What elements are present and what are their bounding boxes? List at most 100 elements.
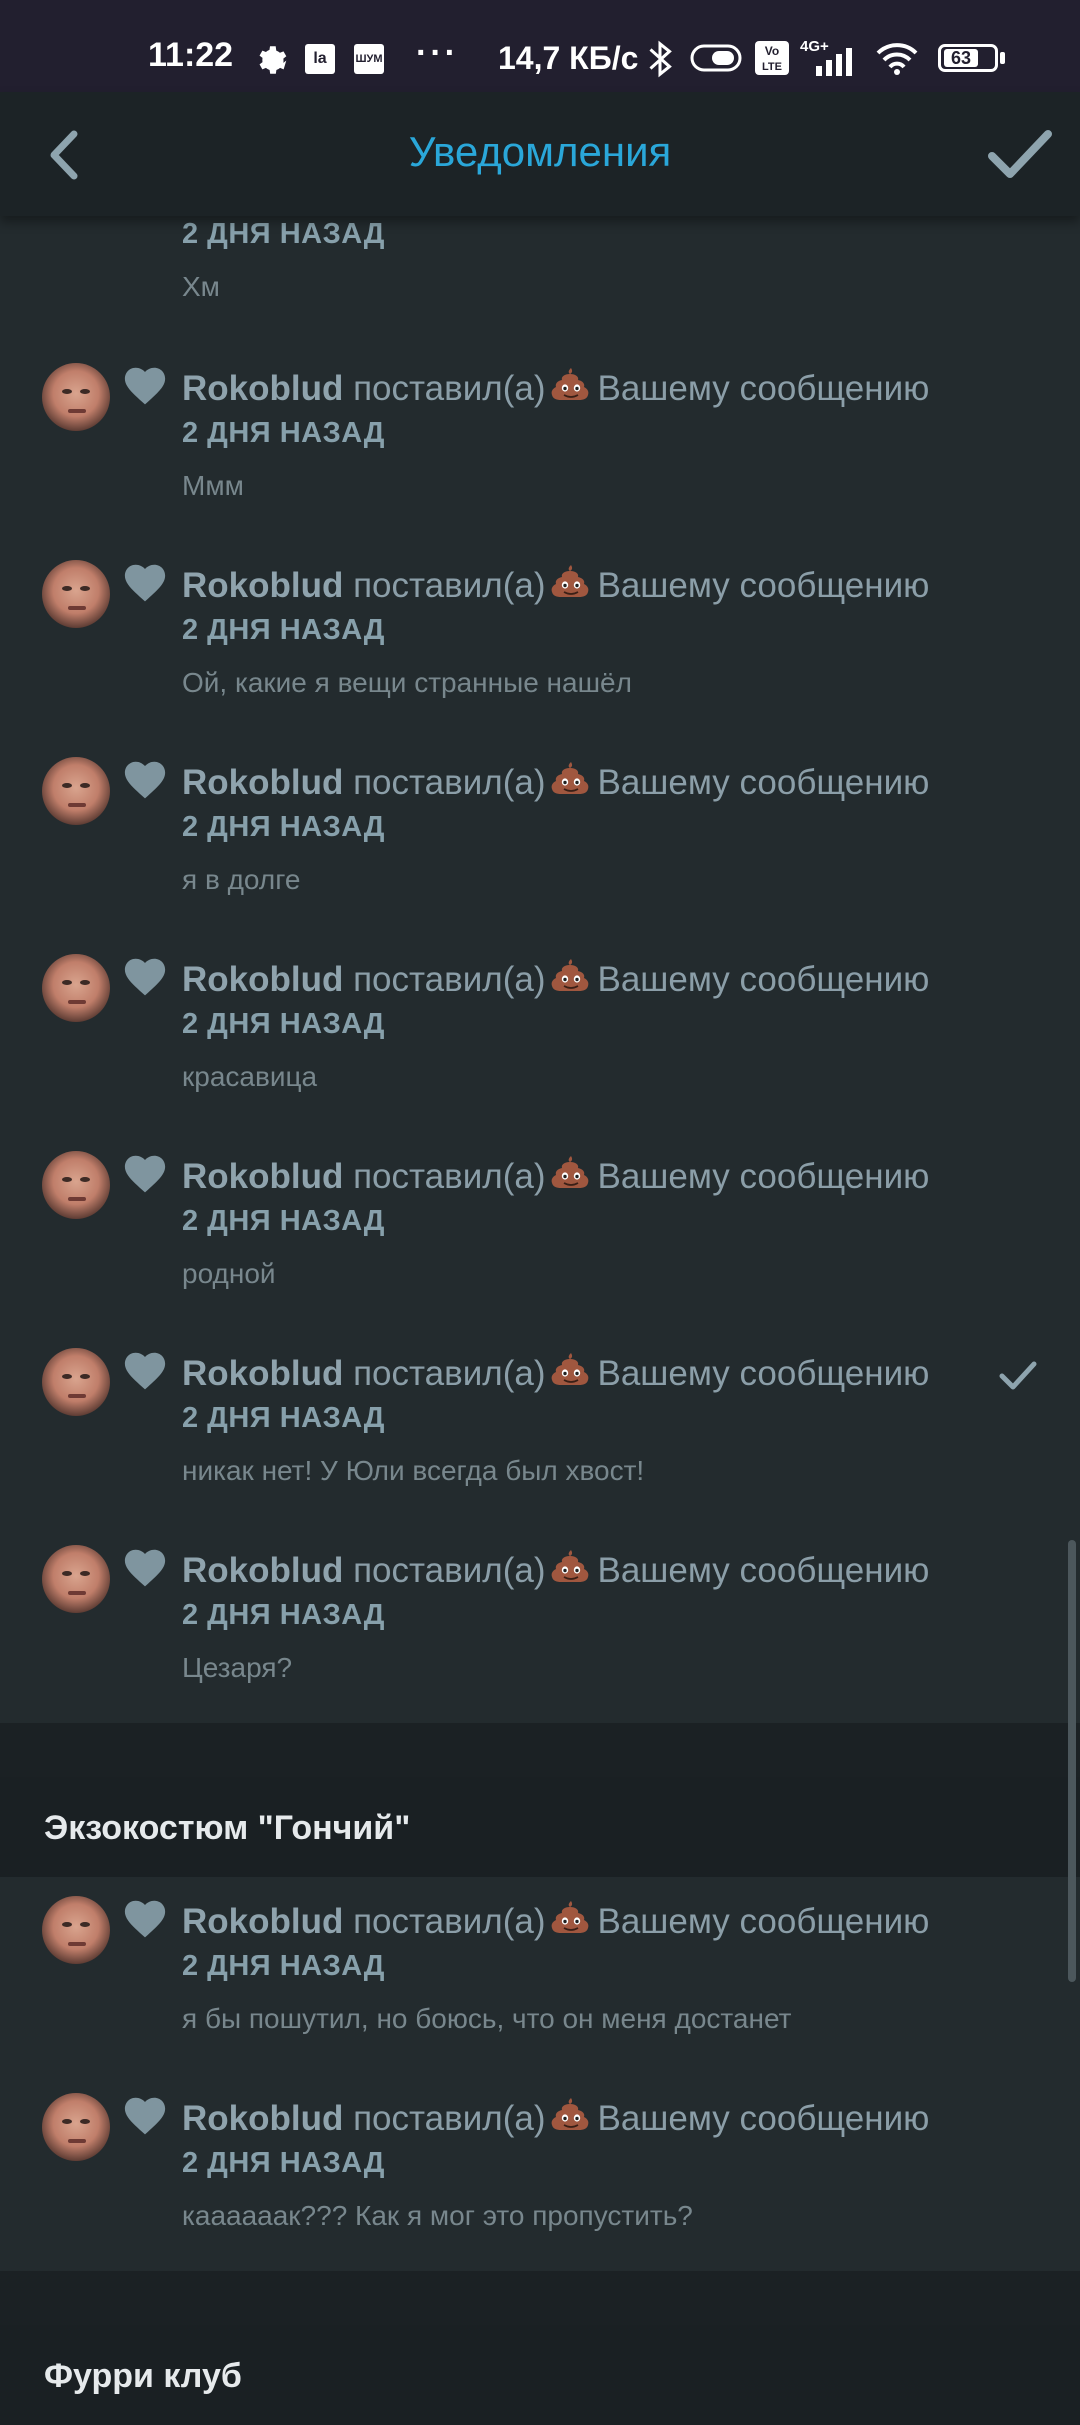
read-check-icon[interactable] [996, 1355, 1040, 1395]
poop-emoji-icon [552, 1901, 589, 1933]
avatar[interactable] [42, 1151, 110, 1219]
poop-emoji-icon [552, 1550, 589, 1582]
notification-item-partial[interactable]: 2 ДНЯ НАЗАД Хм [0, 216, 1080, 344]
avatar[interactable] [42, 560, 110, 628]
notification-text: Rokoblud поставил(а) Вашему сообщению [182, 758, 929, 803]
notification-time: 2 ДНЯ НАЗАД [182, 1205, 385, 1237]
poop-emoji-icon [552, 1156, 589, 1188]
heart-icon [124, 958, 166, 996]
avatar[interactable] [42, 954, 110, 1022]
notification-time: 2 ДНЯ НАЗАД [182, 1950, 385, 1982]
action-target: Вашему сообщению [597, 960, 930, 999]
notification-message: я в долге [182, 864, 301, 895]
poop-emoji-icon [552, 762, 589, 794]
notification-message: каааааак??? Как я мог это пропустить? [182, 2200, 693, 2231]
wifi-icon [876, 43, 918, 75]
avatar[interactable] [42, 1896, 110, 1964]
notification-item[interactable]: Rokoblud поставил(а) Вашему сообщению 2 … [0, 541, 1080, 738]
mark-all-read-button[interactable] [980, 118, 1060, 188]
action-text: поставил(а) [353, 2099, 546, 2138]
signal-icon [816, 48, 852, 76]
notification-message: Ммм [182, 470, 244, 501]
action-target: Вашему сообщению [597, 2099, 930, 2138]
action-text: поставил(а) [353, 763, 546, 802]
notification-text: Rokoblud поставил(а) Вашему сообщению [182, 1897, 929, 1942]
action-target: Вашему сообщению [597, 1157, 930, 1196]
username[interactable]: Rokoblud [182, 369, 343, 408]
scrollbar[interactable] [1068, 1540, 1076, 1982]
action-text: поставил(а) [353, 1157, 546, 1196]
more-icon: ··· [416, 34, 459, 72]
group-divider [0, 1723, 1080, 1777]
avatar[interactable] [42, 757, 110, 825]
notification-message: Хм [182, 271, 220, 302]
notification-group: Rokoblud поставил(а) Вашему сообщению 2 … [0, 344, 1080, 1723]
poop-emoji-icon [552, 368, 589, 400]
group-divider [0, 2271, 1080, 2325]
poop-emoji-icon [552, 565, 589, 597]
username[interactable]: Rokoblud [182, 2099, 343, 2138]
notification-item[interactable]: Rokoblud поставил(а) Вашему сообщению 2 … [0, 1329, 1080, 1526]
action-text: поставил(а) [353, 960, 546, 999]
battery-level: 63 [944, 49, 978, 67]
username[interactable]: Rokoblud [182, 1551, 343, 1590]
notification-message: красавица [182, 1061, 318, 1092]
notification-text: Rokoblud поставил(а) Вашему сообщению [182, 955, 929, 1000]
notification-message: никак нет! У Юли всегда был хвост! [182, 1455, 645, 1486]
status-bar: 11:22 la ШУМ ··· 14,7 КБ/с Vo LTE 4G+ 63 [0, 0, 1080, 92]
bluetooth-icon [649, 40, 672, 78]
notification-item[interactable]: Rokoblud поставил(а) Вашему сообщению 2 … [0, 935, 1080, 1132]
username[interactable]: Rokoblud [182, 1354, 343, 1393]
notifications-list[interactable]: 2 ДНЯ НАЗАД Хм Rokoblud поставил(а) Ваше… [0, 216, 1080, 2425]
action-text: поставил(а) [353, 1902, 546, 1941]
action-target: Вашему сообщению [597, 1551, 930, 1590]
avatar[interactable] [42, 1348, 110, 1416]
username[interactable]: Rokoblud [182, 1157, 343, 1196]
notification-item[interactable]: Rokoblud поставил(а) Вашему сообщению 2 … [0, 1132, 1080, 1329]
section-header[interactable]: Экзокостюм "Гончий" [0, 1777, 1080, 1877]
avatar[interactable] [42, 363, 110, 431]
battery-tip [1000, 52, 1005, 64]
notification-group: Rokoblud поставил(а) Вашему сообщению 2 … [0, 1877, 1080, 2271]
notification-text: Rokoblud поставил(а) Вашему сообщению [182, 1152, 929, 1197]
username[interactable]: Rokoblud [182, 566, 343, 605]
action-target: Вашему сообщению [597, 763, 930, 802]
notification-text: Rokoblud поставил(а) Вашему сообщению [182, 1546, 929, 1591]
action-target: Вашему сообщению [597, 1354, 930, 1393]
volte-icon: Vo LTE [755, 41, 789, 75]
avatar[interactable] [42, 1545, 110, 1613]
poop-emoji-icon [552, 959, 589, 991]
action-text: поставил(а) [353, 566, 546, 605]
username[interactable]: Rokoblud [182, 960, 343, 999]
notification-item[interactable]: Rokoblud поставил(а) Вашему сообщению 2 … [0, 1526, 1080, 1723]
notification-text: Rokoblud поставил(а) Вашему сообщению [182, 364, 929, 409]
poop-emoji-icon [552, 1353, 589, 1385]
notification-item[interactable]: Rokoblud поставил(а) Вашему сообщению 2 … [0, 344, 1080, 541]
notification-time: 2 ДНЯ НАЗАД [182, 218, 385, 250]
action-target: Вашему сообщению [597, 566, 930, 605]
heart-icon [124, 761, 166, 799]
notification-time: 2 ДНЯ НАЗАД [182, 1402, 385, 1434]
heart-icon [124, 1155, 166, 1193]
la-app-icon: la [305, 44, 335, 74]
section-title: Фурри клуб [44, 2357, 242, 2395]
notification-item[interactable]: Rokoblud поставил(а) Вашему сообщению 2 … [0, 738, 1080, 935]
notification-time: 2 ДНЯ НАЗАД [182, 614, 385, 646]
section-header[interactable]: Фурри клуб [0, 2325, 1080, 2425]
action-text: поставил(а) [353, 369, 546, 408]
heart-icon [124, 564, 166, 602]
avatar[interactable] [42, 2093, 110, 2161]
action-target: Вашему сообщению [597, 369, 930, 408]
notification-text: Rokoblud поставил(а) Вашему сообщению [182, 2094, 929, 2139]
heart-icon [124, 367, 166, 405]
notification-item[interactable]: Rokoblud поставил(а) Вашему сообщению 2 … [0, 1877, 1080, 2074]
notification-message: родной [182, 1258, 276, 1289]
action-target: Вашему сообщению [597, 1902, 930, 1941]
toggle-icon [690, 44, 742, 72]
notification-item[interactable]: Rokoblud поставил(а) Вашему сообщению 2 … [0, 2074, 1080, 2271]
gear-icon [259, 46, 287, 74]
section-title: Экзокостюм "Гончий" [44, 1809, 411, 1847]
username[interactable]: Rokoblud [182, 1902, 343, 1941]
svg-text:LTE: LTE [762, 61, 782, 73]
username[interactable]: Rokoblud [182, 763, 343, 802]
